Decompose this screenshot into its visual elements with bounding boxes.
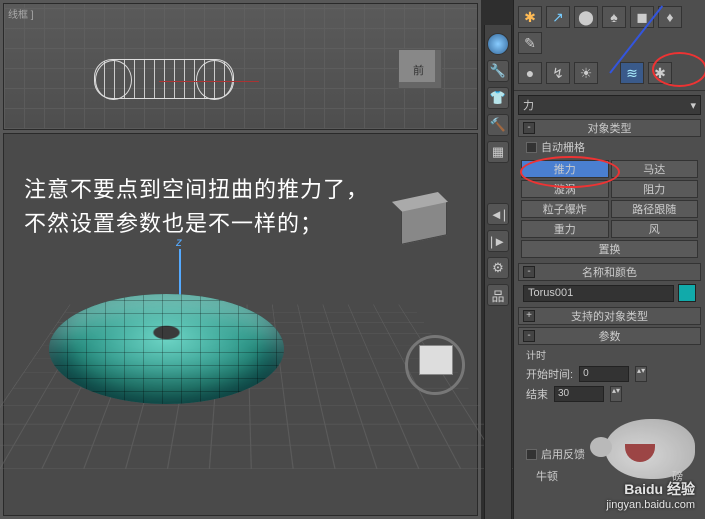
vortex-button[interactable]: 漩涡 (521, 180, 609, 198)
supported-header[interactable]: + 支持的对象类型 (518, 307, 701, 325)
push-button[interactable]: 推力 (521, 160, 609, 178)
systems-icon[interactable]: ✱ (648, 62, 672, 84)
pathfollow-button[interactable]: 路径跟随 (611, 200, 699, 218)
shark-mascot-icon (605, 419, 695, 479)
hammer-icon[interactable]: 🔨 (487, 114, 509, 136)
sub-tabs: ● ↯ ☀ ≋ ✱ (514, 60, 705, 91)
collapse-icon[interactable]: - (523, 266, 535, 278)
script-tab[interactable]: ✎ (518, 32, 542, 54)
cube-face-label: 前 (413, 62, 424, 78)
watermark: Baidu 经验 jingyan.baidu.com (605, 419, 695, 511)
color-swatch[interactable] (678, 284, 696, 302)
x-axis-line (159, 81, 259, 82)
annotation-line1: 注意不要点到空间扭曲的推力了， (24, 172, 369, 204)
pbomb-button[interactable]: 粒子爆炸 (521, 200, 609, 218)
name-color-header[interactable]: - 名称和颜色 (518, 263, 701, 281)
end-time-spinner: 结束 30 ▴▾ (518, 384, 701, 404)
collapse-icon[interactable]: - (523, 122, 535, 134)
motor-button[interactable]: 马达 (611, 160, 699, 178)
annotation-line2: 不然设置参数也是不一样的； (24, 206, 323, 238)
viewcube[interactable] (405, 335, 465, 395)
checkbox-icon (526, 142, 537, 153)
hierarchy-tab[interactable]: ⬤ (574, 6, 598, 28)
geometry-icon[interactable]: ● (518, 62, 542, 84)
watermark-brand: Baidu 经验 (605, 479, 695, 499)
spinner-arrows-icon[interactable]: ▴▾ (635, 366, 647, 382)
start-time-spinner: 开始时间: 0 ▴▾ (518, 364, 701, 384)
category-dropdown[interactable]: 力 (518, 95, 701, 115)
grid-icon[interactable]: ▦ (487, 141, 509, 163)
name-color-rollout: - 名称和颜色 Torus001 (518, 263, 701, 305)
end-time-input[interactable]: 30 (554, 386, 604, 402)
gravity-button[interactable]: 重力 (521, 220, 609, 238)
expand-icon[interactable]: + (523, 310, 535, 322)
watermark-url: jingyan.baidu.com (605, 499, 695, 511)
torus-object[interactable] (49, 294, 284, 404)
wind-button[interactable]: 风 (611, 220, 699, 238)
viewport-perspective[interactable]: [ 真实 ] 注意不要点到空间扭曲的推力了， 不然设置参数也是不一样的； (3, 133, 478, 516)
params-header[interactable]: - 参数 (518, 327, 701, 345)
utilities-tab[interactable]: ♦ (658, 6, 682, 28)
viewport-area: 线框 ] 前 [ 真实 ] 注意不要点到空间扭曲的推力了， 不然设置参数也是不一… (0, 0, 481, 519)
shapes-icon[interactable]: ↯ (546, 62, 570, 84)
autogrid-checkbox[interactable]: 自动栅格 (518, 137, 701, 157)
force-buttons: 推力 马达 漩涡 阻力 粒子爆炸 路径跟随 重力 风 置换 (518, 157, 701, 261)
displace-button[interactable]: 置换 (521, 240, 698, 258)
tool-icon[interactable]: 🔧 (487, 60, 509, 82)
drag-button[interactable]: 阻力 (611, 180, 699, 198)
settings-icon[interactable]: ⚙ (487, 257, 509, 279)
display-tab[interactable]: ◼ (630, 6, 654, 28)
spacewarps-icon[interactable]: ≋ (620, 62, 644, 84)
start-time-input[interactable]: 0 (579, 366, 629, 382)
newton-label: 牛顿 (536, 468, 558, 484)
object-type-header[interactable]: - 对象类型 (518, 119, 701, 137)
spinner-arrows-icon[interactable]: ▴▾ (610, 386, 622, 402)
main-tabs: ✱ ↗ ⬤ ♠ ◼ ♦ ✎ (514, 0, 705, 60)
supported-rollout: + 支持的对象类型 (518, 307, 701, 325)
checkbox-icon (526, 449, 537, 460)
collapse-icon[interactable]: - (523, 330, 535, 342)
viewport-top-label: 线框 ] (8, 6, 34, 21)
timing-group-label: 计时 (518, 345, 701, 364)
force-gizmo-top[interactable]: 前 (398, 49, 442, 89)
wireframe-capsule[interactable] (94, 59, 234, 99)
motion-tab[interactable]: ♠ (602, 6, 626, 28)
hierarchy-icon[interactable]: 品 (487, 284, 509, 306)
tshirt-icon[interactable]: 👕 (487, 87, 509, 109)
create-tab[interactable]: ✱ (518, 6, 542, 28)
object-type-rollout: - 对象类型 自动栅格 推力 马达 漩涡 阻力 粒子爆炸 路径跟随 重力 风 置… (518, 119, 701, 261)
modify-tab[interactable]: ↗ (546, 6, 570, 28)
play-prev-icon[interactable]: ◄| (487, 203, 509, 225)
vertical-toolbar: 🔧 👕 🔨 ▦ ◄| |► ⚙ 品 (484, 25, 512, 519)
object-name-field[interactable]: Torus001 (523, 285, 674, 302)
globe-icon[interactable] (487, 33, 509, 55)
dropdown-value: 力 (523, 97, 534, 113)
viewport-top[interactable]: 线框 ] 前 (3, 3, 478, 130)
play-next-icon[interactable]: |► (487, 230, 509, 252)
lights-icon[interactable]: ☀ (574, 62, 598, 84)
